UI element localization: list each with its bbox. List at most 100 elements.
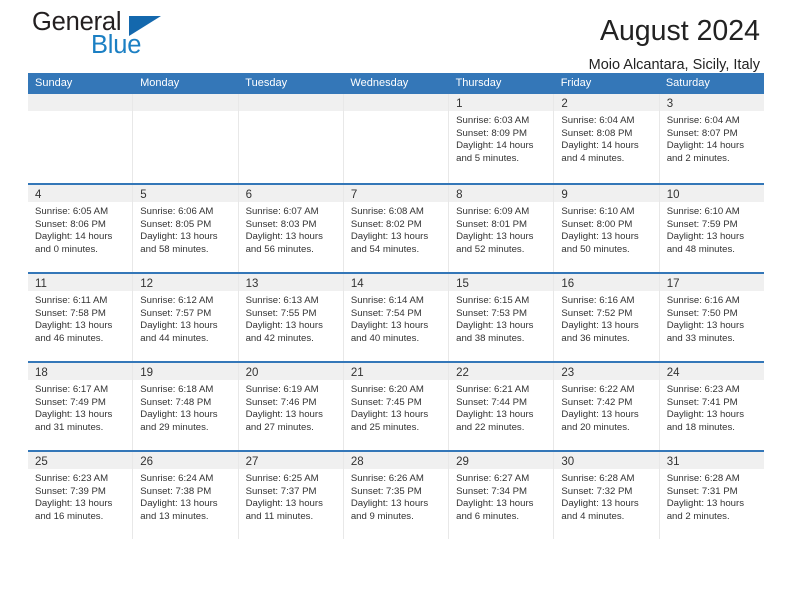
calendar-day-cell[interactable]: 29 Sunrise: 6:27 AM Sunset: 7:34 PM Dayligh… xyxy=(449,452,555,539)
day-detail-line: Daylight: 13 hours xyxy=(350,320,429,332)
calendar-day-cell[interactable]: 25 Sunrise: 6:23 AM Sunset: 7:39 PM Dayligh… xyxy=(28,452,134,539)
day-details: Sunrise: 6:07 AM Sunset: 8:03 PM Daylight:… xyxy=(239,202,343,256)
calendar-day-cell[interactable]: 8 Sunrise: 6:09 AM Sunset: 8:01 PM Daylight… xyxy=(449,185,555,272)
calendar-day-cell[interactable]: 6 Sunrise: 6:07 AM Sunset: 8:03 PM Daylight… xyxy=(238,185,344,272)
calendar-day-cell[interactable]: 23 Sunrise: 6:22 AM Sunset: 7:42 PM Dayligh… xyxy=(554,363,660,450)
day-details: Sunrise: 6:16 AM Sunset: 7:52 PM Daylight:… xyxy=(554,291,658,345)
calendar-day-cell[interactable]: 21 Sunrise: 6:20 AM Sunset: 7:45 PM Dayligh… xyxy=(343,363,450,450)
calendar-day-cell[interactable]: 3 Sunrise: 6:04 AM Sunset: 8:07 PM Daylight… xyxy=(659,94,764,183)
day-number: 20 xyxy=(245,367,259,379)
calendar-day-cell[interactable]: 22 Sunrise: 6:21 AM Sunset: 7:44 PM Dayligh… xyxy=(449,363,555,450)
day-details: Sunrise: 6:11 AM Sunset: 7:58 PM Daylight:… xyxy=(28,291,132,345)
day-detail-line: and 40 minutes. xyxy=(350,332,420,344)
calendar-day-cell[interactable]: 14 Sunrise: 6:14 AM Sunset: 7:54 PM Dayligh… xyxy=(343,274,450,361)
calendar-day-cell[interactable]: 11 Sunrise: 6:11 AM Sunset: 7:58 PM Dayligh… xyxy=(28,274,134,361)
day-number-band: 30 xyxy=(554,452,659,469)
calendar-day-cell[interactable]: 31 Sunrise: 6:28 AM Sunset: 7:31 PM Dayligh… xyxy=(659,452,764,539)
day-number-band: 8 xyxy=(449,185,554,202)
calendar-day-cell[interactable]: 30 Sunrise: 6:28 AM Sunset: 7:32 PM Dayligh… xyxy=(554,452,660,539)
day-number: 8 xyxy=(456,189,463,201)
day-detail-line: and 54 minutes. xyxy=(350,243,420,255)
calendar-day-cell[interactable]: 12 Sunrise: 6:12 AM Sunset: 7:57 PM Dayligh… xyxy=(133,274,239,361)
day-detail-line: Sunset: 7:45 PM xyxy=(350,396,422,408)
day-detail-line: and 48 minutes. xyxy=(666,243,735,255)
calendar-grid: Sunday Monday Tuesday Wednesday Thursday… xyxy=(28,73,764,539)
day-number: 30 xyxy=(561,456,575,468)
day-detail-line: Daylight: 13 hours xyxy=(350,409,429,421)
day-number-band: 19 xyxy=(133,363,238,380)
day-details: Sunrise: 6:13 AM Sunset: 7:55 PM Daylight:… xyxy=(239,291,343,345)
day-detail-line: Sunrise: 6:22 AM xyxy=(561,384,635,395)
day-detail-line: Sunrise: 6:14 AM xyxy=(350,295,424,306)
day-detail-line: Sunset: 7:52 PM xyxy=(561,307,633,319)
calendar-day-cell[interactable]: 28 Sunrise: 6:26 AM Sunset: 7:35 PM Dayligh… xyxy=(343,452,450,539)
day-details: Sunrise: 6:24 AM Sunset: 7:38 PM Daylight:… xyxy=(133,469,237,523)
calendar-day-cell[interactable]: 17 Sunrise: 6:16 AM Sunset: 7:50 PM Dayligh… xyxy=(659,274,764,361)
calendar-day-cell[interactable]: 7 Sunrise: 6:08 AM Sunset: 8:02 PM Daylight… xyxy=(343,185,450,272)
calendar-day-cell[interactable]: 10 Sunrise: 6:10 AM Sunset: 7:59 PM Dayligh… xyxy=(659,185,764,272)
calendar-day-cell[interactable]: 5 Sunrise: 6:06 AM Sunset: 8:05 PM Daylight… xyxy=(133,185,239,272)
calendar-day-cell[interactable]: 1 Sunrise: 6:03 AM Sunset: 8:09 PM Daylight… xyxy=(449,94,555,183)
calendar-day-cell[interactable]: 27 Sunrise: 6:25 AM Sunset: 7:37 PM Dayligh… xyxy=(238,452,344,539)
day-number: 19 xyxy=(140,367,154,379)
day-detail-line: Sunrise: 6:28 AM xyxy=(666,473,740,484)
calendar-day-cell[interactable]: 2 Sunrise: 6:04 AM Sunset: 8:08 PM Daylight… xyxy=(554,94,660,183)
day-number: 4 xyxy=(35,189,42,201)
day-detail-line: and 4 minutes. xyxy=(561,152,625,164)
day-number-band: 23 xyxy=(554,363,659,380)
day-detail-line: Sunrise: 6:04 AM xyxy=(561,115,635,126)
day-details: Sunrise: 6:04 AM Sunset: 8:07 PM Daylight:… xyxy=(660,111,764,165)
general-blue-logo[interactable]: General Blue xyxy=(32,8,192,64)
day-details: Sunrise: 6:19 AM Sunset: 7:46 PM Daylight:… xyxy=(239,380,343,434)
calendar-day-cell[interactable]: 15 Sunrise: 6:15 AM Sunset: 7:53 PM Dayligh… xyxy=(449,274,555,361)
calendar-week-row: 4 Sunrise: 6:05 AM Sunset: 8:06 PM Daylight… xyxy=(28,183,764,272)
day-detail-line: Sunset: 8:03 PM xyxy=(245,218,317,230)
day-detail-line: and 52 minutes. xyxy=(456,243,525,255)
day-detail-line: Sunset: 7:50 PM xyxy=(666,307,738,319)
calendar-day-cell[interactable]: 13 Sunrise: 6:13 AM Sunset: 7:55 PM Dayligh… xyxy=(238,274,344,361)
day-details: Sunrise: 6:04 AM Sunset: 8:08 PM Daylight:… xyxy=(554,111,658,165)
day-detail-line: Daylight: 13 hours xyxy=(245,409,323,421)
calendar-day-cell[interactable]: 9 Sunrise: 6:10 AM Sunset: 8:00 PM Daylight… xyxy=(554,185,660,272)
day-detail-line: Sunset: 7:35 PM xyxy=(350,485,422,497)
day-number-band: 7 xyxy=(343,185,449,202)
day-details: Sunrise: 6:08 AM Sunset: 8:02 PM Daylight:… xyxy=(344,202,448,256)
day-detail-line: and 33 minutes. xyxy=(666,332,735,344)
day-detail-line: Daylight: 13 hours xyxy=(140,231,218,243)
day-detail-line: and 56 minutes. xyxy=(245,243,314,255)
day-number: 24 xyxy=(666,367,680,379)
day-detail-line: Sunrise: 6:11 AM xyxy=(35,295,108,306)
calendar-day-cell[interactable]: 24 Sunrise: 6:23 AM Sunset: 7:41 PM Dayligh… xyxy=(659,363,764,450)
day-detail-line: and 4 minutes. xyxy=(561,510,625,522)
day-details xyxy=(239,111,343,115)
calendar-day-cell[interactable]: 26 Sunrise: 6:24 AM Sunset: 7:38 PM Dayligh… xyxy=(133,452,239,539)
calendar-day-cell[interactable]: 4 Sunrise: 6:05 AM Sunset: 8:06 PM Daylight… xyxy=(28,185,134,272)
day-detail-line: Sunrise: 6:04 AM xyxy=(666,115,740,126)
day-detail-line: Sunset: 7:57 PM xyxy=(140,307,212,319)
day-number-band: 17 xyxy=(659,274,764,291)
day-number-band xyxy=(133,94,238,111)
weekday-header-sunday: Sunday xyxy=(35,77,73,89)
day-details: Sunrise: 6:18 AM Sunset: 7:48 PM Daylight:… xyxy=(133,380,237,434)
day-number-band: 2 xyxy=(554,94,659,111)
day-detail-line: and 0 minutes. xyxy=(35,243,98,255)
day-detail-line: Sunrise: 6:08 AM xyxy=(350,206,424,217)
day-number-band: 9 xyxy=(554,185,659,202)
day-number: 16 xyxy=(561,278,575,290)
day-detail-line: Daylight: 13 hours xyxy=(245,231,323,243)
day-number-band: 14 xyxy=(343,274,449,291)
day-number-band xyxy=(343,94,449,111)
calendar-day-cell[interactable]: 16 Sunrise: 6:16 AM Sunset: 7:52 PM Dayligh… xyxy=(554,274,660,361)
calendar-day-cell[interactable]: 20 Sunrise: 6:19 AM Sunset: 7:46 PM Dayligh… xyxy=(238,363,344,450)
day-detail-line: Sunrise: 6:07 AM xyxy=(245,206,319,217)
day-detail-line: Sunset: 7:37 PM xyxy=(245,485,317,497)
day-number-band: 5 xyxy=(133,185,238,202)
day-number: 28 xyxy=(350,456,364,468)
calendar-day-cell[interactable]: 18 Sunrise: 6:17 AM Sunset: 7:49 PM Dayligh… xyxy=(28,363,134,450)
day-details: Sunrise: 6:10 AM Sunset: 8:00 PM Daylight:… xyxy=(554,202,658,256)
calendar-day-cell[interactable]: 19 Sunrise: 6:18 AM Sunset: 7:48 PM Dayligh… xyxy=(133,363,239,450)
day-detail-line: Sunset: 7:32 PM xyxy=(561,485,633,497)
day-number-band: 18 xyxy=(28,363,133,380)
page-title: August 2024 xyxy=(599,15,760,47)
day-detail-line: and 20 minutes. xyxy=(561,421,630,433)
